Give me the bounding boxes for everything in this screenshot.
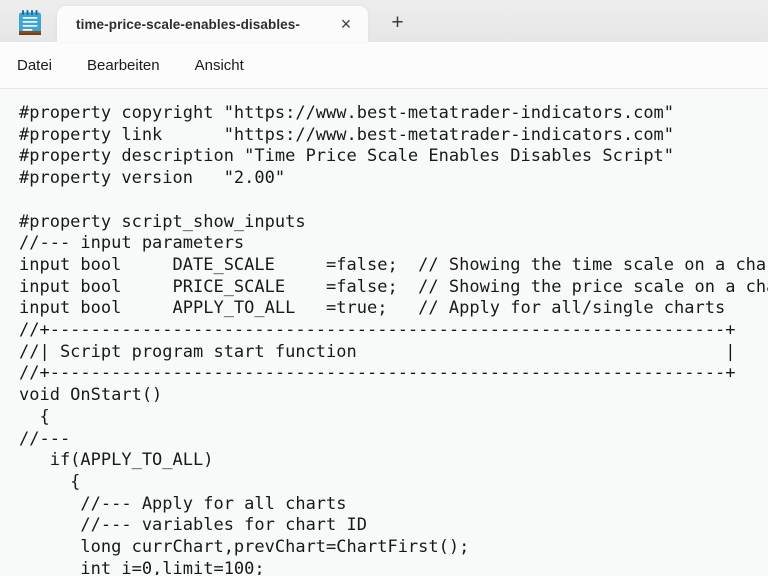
menubar: Datei Bearbeiten Ansicht <box>0 42 768 89</box>
tab-title: time-price-scale-enables-disables- <box>57 17 333 32</box>
menu-bearbeiten[interactable]: Bearbeiten <box>75 50 172 81</box>
close-tab-icon[interactable]: × <box>333 11 359 37</box>
tab-current-file[interactable]: time-price-scale-enables-disables- × <box>57 6 368 42</box>
titlebar: time-price-scale-enables-disables- × + <box>0 0 768 42</box>
text-editor-area[interactable]: #property copyright "https://www.best-me… <box>0 89 768 575</box>
notepad-icon <box>17 8 43 38</box>
new-tab-button[interactable]: + <box>384 9 411 35</box>
code-content: #property copyright "https://www.best-me… <box>19 103 768 575</box>
menu-ansicht[interactable]: Ansicht <box>183 50 256 81</box>
menu-datei[interactable]: Datei <box>5 50 64 81</box>
